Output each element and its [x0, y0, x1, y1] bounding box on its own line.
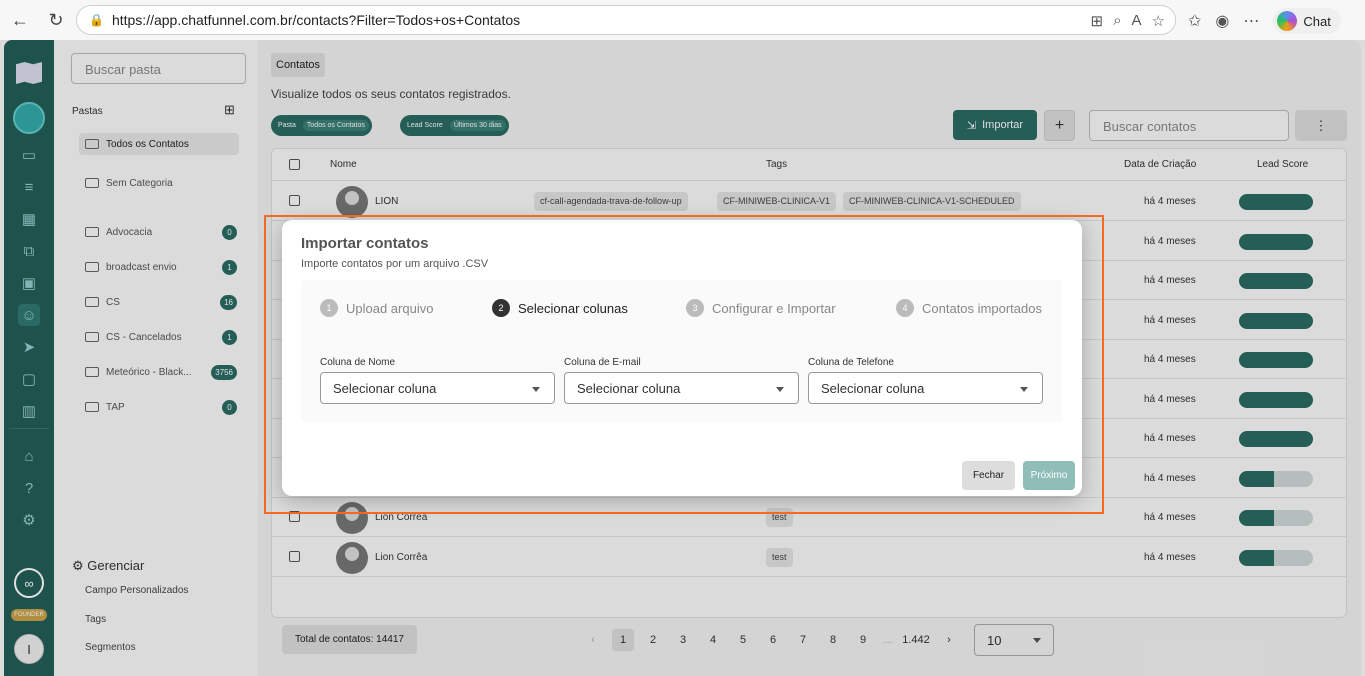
chat-label: Chat: [1303, 13, 1331, 29]
reload-icon[interactable]: ↻: [42, 6, 70, 34]
apps-icon[interactable]: ⊞: [1091, 12, 1104, 30]
zoom-icon[interactable]: ⌕: [1113, 12, 1121, 30]
browser-toolbar: ← ↻ 🔒 https://app.chatfunnel.com.br/cont…: [0, 0, 1365, 40]
url-text: https://app.chatfunnel.com.br/contacts?F…: [111, 12, 521, 28]
annotation-highlight-box: [264, 215, 1104, 514]
more-icon[interactable]: ⋯: [1243, 11, 1259, 31]
chat-button[interactable]: Chat: [1273, 8, 1341, 34]
address-bar[interactable]: 🔒 https://app.chatfunnel.com.br/contacts…: [76, 5, 1176, 35]
read-aloud-icon[interactable]: A: [1132, 12, 1142, 30]
lock-icon: 🔒: [89, 13, 104, 27]
profile-icon[interactable]: ◉: [1215, 11, 1229, 31]
favorite-icon[interactable]: ☆: [1152, 12, 1165, 30]
favorites-list-icon[interactable]: ✩: [1188, 11, 1201, 31]
back-icon[interactable]: ←: [6, 6, 34, 34]
copilot-icon: [1277, 11, 1298, 31]
